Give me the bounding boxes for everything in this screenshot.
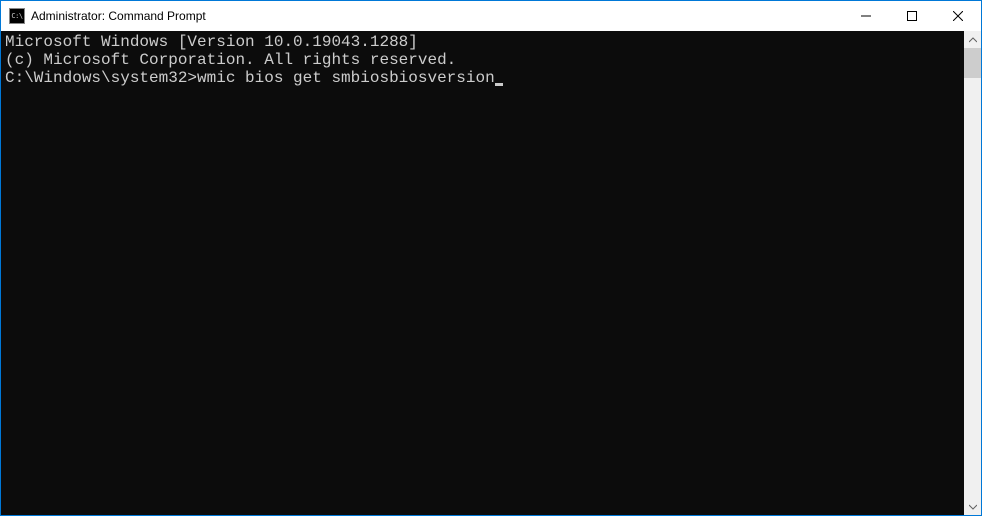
scrollbar-thumb[interactable] (964, 48, 981, 78)
window-title: Administrator: Command Prompt (31, 9, 843, 23)
scrollbar-up-button[interactable] (964, 31, 981, 48)
maximize-icon (907, 11, 917, 21)
scrollbar-down-button[interactable] (964, 498, 981, 515)
console-area: Microsoft Windows [Version 10.0.19043.12… (1, 31, 981, 515)
console-prompt-line: C:\Windows\system32>wmic bios get smbios… (5, 69, 960, 87)
scrollbar-track[interactable] (964, 48, 981, 498)
console-command: wmic bios get smbiosbiosversion (197, 69, 495, 87)
console-line-version: Microsoft Windows [Version 10.0.19043.12… (5, 33, 960, 51)
app-icon-text: C:\ (11, 13, 22, 20)
app-icon: C:\ (9, 8, 25, 24)
titlebar[interactable]: C:\ Administrator: Command Prompt (1, 1, 981, 31)
close-button[interactable] (935, 1, 981, 31)
close-icon (953, 11, 963, 21)
chevron-down-icon (969, 503, 977, 511)
chevron-up-icon (969, 36, 977, 44)
vertical-scrollbar[interactable] (964, 31, 981, 515)
minimize-button[interactable] (843, 1, 889, 31)
command-prompt-window: C:\ Administrator: Command Prompt (0, 0, 982, 516)
console-line-copyright: (c) Microsoft Corporation. All rights re… (5, 51, 960, 69)
minimize-icon (861, 11, 871, 21)
maximize-button[interactable] (889, 1, 935, 31)
text-cursor (495, 83, 503, 86)
window-controls (843, 1, 981, 31)
console-content[interactable]: Microsoft Windows [Version 10.0.19043.12… (1, 31, 964, 515)
console-prompt: C:\Windows\system32> (5, 69, 197, 87)
